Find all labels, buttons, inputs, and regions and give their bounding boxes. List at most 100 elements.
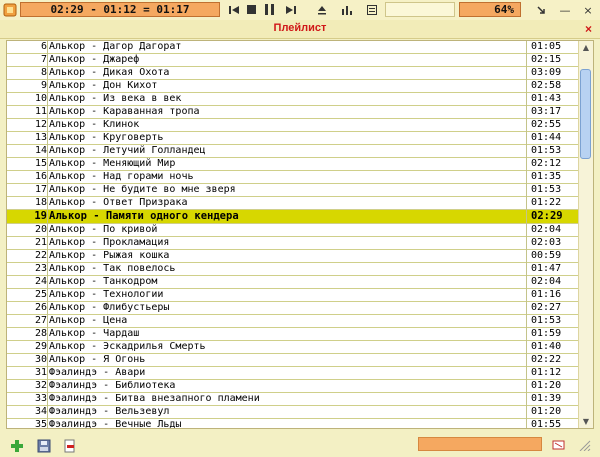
track-row[interactable]: 30 Алькор - Я Огонь 02:22 [7, 354, 578, 367]
track-duration: 02:55 [531, 119, 562, 130]
track-row[interactable]: 24 Алькор - Танкодром 02:04 [7, 276, 578, 289]
track-row[interactable]: 34 Фэалиндэ - Вельзевул 01:20 [7, 406, 578, 419]
equalizer-button[interactable] [339, 2, 355, 17]
track-row[interactable]: 32 Фэалиндэ - Библиотека 01:20 [7, 380, 578, 393]
track-title: Алькор - Джареф [49, 54, 140, 65]
track-duration: 03:09 [531, 67, 562, 78]
save-icon[interactable] [37, 439, 51, 453]
track-title: Алькор - Из века в век [49, 93, 182, 104]
minimize-button[interactable] [533, 3, 549, 17]
track-row[interactable]: 31 Фэалиндэ - Авари 01:12 [7, 367, 578, 380]
track-row[interactable]: 21 Алькор - Прокламация 02:03 [7, 237, 578, 250]
track-duration: 01:05 [531, 41, 562, 52]
resize-grip-icon[interactable] [578, 439, 592, 451]
track-row[interactable]: 12 Алькор - Клинок 02:55 [7, 119, 578, 132]
track-duration: 02:04 [531, 224, 562, 235]
track-rows: 6 Алькор - Дагор Дагорат 01:05 7 Алькор - Дж… [7, 41, 578, 429]
track-duration: 01:20 [531, 380, 562, 391]
track-title: Алькор - Дон Кихот [49, 80, 158, 91]
track-row[interactable]: 33 Фэалиндэ - Битва внезапного пламени 01:… [7, 393, 578, 406]
track-row[interactable]: 7 Алькор - Джареф 02:15 [7, 54, 578, 67]
track-title: Фэалиндэ - Вельзевул [49, 406, 170, 417]
track-duration: 01:59 [531, 328, 562, 339]
playlist-toggle-button[interactable] [364, 2, 380, 17]
track-title: Фэалиндэ - Авари [49, 367, 146, 378]
track-duration: 03:17 [531, 106, 562, 117]
remove-file-icon[interactable] [63, 439, 77, 453]
track-number: 6 [40, 41, 47, 52]
track-duration: 02:29 [531, 210, 563, 222]
track-duration: 01:53 [531, 145, 562, 156]
track-row[interactable]: 16 Алькор - Над горами ночь 01:35 [7, 171, 578, 184]
track-number: 19 [34, 210, 47, 222]
playlist-progress-bar [418, 437, 542, 451]
track-row[interactable]: 10 Алькор - Из века в век 01:43 [7, 93, 578, 106]
track-number: 8 [40, 67, 47, 78]
prev-track-button[interactable] [226, 2, 242, 17]
track-duration: 01:12 [531, 367, 562, 378]
track-title: Алькор - Памяти одного кендера [49, 210, 239, 222]
clear-icon[interactable] [552, 439, 566, 451]
next-track-button[interactable] [283, 2, 299, 17]
stop-button[interactable] [243, 2, 259, 17]
playlist-close-button[interactable]: × [585, 22, 592, 36]
track-row[interactable]: 15 Алькор - Меняющий Мир 02:12 [7, 158, 578, 171]
up-arrow-icon [318, 5, 326, 14]
track-title: Алькор - Рыжая кошка [49, 250, 170, 261]
track-number: 26 [34, 302, 47, 313]
track-number: 21 [34, 237, 47, 248]
track-row[interactable]: 8 Алькор - Дикая Охота 03:09 [7, 67, 578, 80]
track-row[interactable]: 29 Алькор - Эскадрилья Смерть 01:40 [7, 341, 578, 354]
track-row[interactable]: 28 Алькор - Чардаш 01:59 [7, 328, 578, 341]
track-row[interactable]: 14 Алькор - Летучий Голландец 01:53 [7, 145, 578, 158]
track-row[interactable]: 25 Алькор - Технологии 01:16 [7, 289, 578, 302]
add-icon[interactable] [10, 439, 24, 453]
track-number: 16 [34, 171, 47, 182]
track-row-active[interactable]: 19 Алькор - Памяти одного кендера 02:29 [7, 210, 578, 224]
vertical-scrollbar[interactable]: ▲ ▼ [578, 41, 593, 428]
track-row[interactable]: 22 Алькор - Рыжая кошка 00:59 [7, 250, 578, 263]
track-number: 15 [34, 158, 47, 169]
track-row[interactable]: 20 Алькор - По кривой 02:04 [7, 224, 578, 237]
track-row[interactable]: 18 Алькор - Ответ Призрака 01:22 [7, 197, 578, 210]
track-number: 34 [34, 406, 47, 417]
track-duration: 01:40 [531, 341, 562, 352]
window-close-button[interactable]: × [580, 3, 596, 17]
track-duration: 01:35 [531, 171, 562, 182]
scroll-up-arrow[interactable]: ▲ [579, 41, 593, 54]
open-button[interactable] [314, 2, 330, 17]
scroll-down-arrow[interactable]: ▼ [579, 415, 593, 428]
track-title: Алькор - Караванная тропа [49, 106, 200, 117]
scroll-thumb[interactable] [580, 69, 591, 159]
track-title: Алькор - Меняющий Мир [49, 158, 176, 169]
restore-icon: — [559, 3, 571, 17]
track-title: Алькор - Дикая Охота [49, 67, 170, 78]
seek-bar[interactable] [385, 2, 455, 17]
track-row[interactable]: 26 Алькор - Флибустьеры 02:27 [7, 302, 578, 315]
track-duration: 01:39 [531, 393, 562, 404]
track-number: 7 [40, 54, 47, 65]
pause-icon [265, 4, 274, 15]
track-row[interactable]: 27 Алькор - Цена 01:53 [7, 315, 578, 328]
track-row[interactable]: 9 Алькор - Дон Кихот 02:58 [7, 80, 578, 93]
track-number: 32 [34, 380, 47, 391]
track-row[interactable]: 11 Алькор - Караванная тропа 03:17 [7, 106, 578, 119]
volume-display[interactable]: 64% [459, 2, 521, 17]
track-duration: 02:12 [531, 158, 562, 169]
track-number: 11 [34, 106, 47, 117]
track-row[interactable]: 23 Алькор - Так повелось 01:47 [7, 263, 578, 276]
app-logo-icon[interactable] [3, 3, 17, 17]
track-title: Алькор - Так повелось [49, 263, 176, 274]
track-row[interactable]: 35 Фэалиндэ - Вечные Льды 01:55 [7, 419, 578, 429]
track-title: Алькор - Прокламация [49, 237, 170, 248]
close-icon: × [583, 3, 593, 17]
track-number: 28 [34, 328, 47, 339]
track-number: 31 [34, 367, 47, 378]
track-row[interactable]: 13 Алькор - Круговерть 01:44 [7, 132, 578, 145]
window-restore-button[interactable]: — [557, 3, 573, 17]
track-row[interactable]: 6 Алькор - Дагор Дагорат 01:05 [7, 41, 578, 54]
pause-button[interactable] [262, 2, 278, 17]
track-title: Фэалиндэ - Вечные Льды [49, 419, 182, 429]
track-duration: 02:04 [531, 276, 562, 287]
track-row[interactable]: 17 Алькор - Не будите во мне зверя 01:53 [7, 184, 578, 197]
